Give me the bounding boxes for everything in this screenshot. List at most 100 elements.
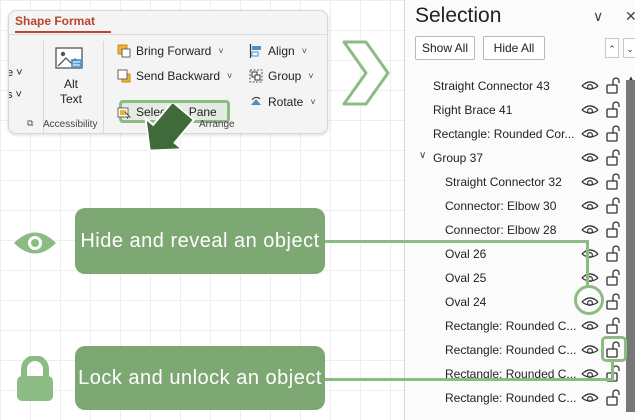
list-item-label: Connector: Elbow 28 xyxy=(445,223,557,237)
connector-line xyxy=(325,240,589,243)
lock-toggle-icon[interactable] xyxy=(605,173,621,190)
lock-toggle-icon[interactable] xyxy=(605,101,621,118)
pane-options-chevron-icon[interactable]: ∨ xyxy=(593,8,603,25)
accessibility-group-label: Accessibility xyxy=(43,119,98,130)
selection-pane-icon xyxy=(117,107,131,119)
list-item[interactable]: Straight Connector 43 xyxy=(405,74,627,98)
chevron-right-icon xyxy=(342,40,390,106)
connector-line xyxy=(586,240,589,286)
lock-highlight-box xyxy=(601,336,627,362)
alt-text-line1: Alt xyxy=(63,77,78,91)
bring-forward-button[interactable]: Bring Forward ˅ xyxy=(117,44,224,58)
group-label: Group xyxy=(268,69,302,83)
lock-toggle-icon[interactable] xyxy=(605,149,621,166)
pointer-arrow-icon xyxy=(144,104,196,152)
chevron-down-icon: ˅ xyxy=(227,71,233,81)
cut-dropdown-1[interactable]: e ˅ xyxy=(9,67,23,79)
separator xyxy=(103,41,104,133)
lock-toggle-icon[interactable] xyxy=(605,197,621,214)
list-item[interactable]: Rectangle: Rounded C... xyxy=(405,338,627,362)
scrollbar[interactable] xyxy=(626,80,635,412)
active-tab-underline xyxy=(15,31,111,33)
list-item-label: Connector: Elbow 30 xyxy=(445,199,557,213)
list-item[interactable]: Right Brace 41 xyxy=(405,98,627,122)
list-item[interactable]: ∨ Group 37 xyxy=(405,146,627,170)
list-item-label: Rectangle: Rounded C... xyxy=(445,343,577,357)
send-backward-order-button[interactable]: ⌄ xyxy=(623,38,635,58)
chevron-down-icon: ˅ xyxy=(218,46,224,56)
cut-dropdown-2[interactable]: s ˅ xyxy=(9,89,22,101)
connector-line xyxy=(611,361,614,381)
lock-toggle-icon[interactable] xyxy=(605,125,621,142)
visibility-eye-icon[interactable] xyxy=(581,271,599,285)
lock-toggle-icon[interactable] xyxy=(605,293,621,310)
visibility-eye-icon[interactable] xyxy=(581,151,599,165)
list-item-label: Group 37 xyxy=(433,151,484,165)
alt-text-icon[interactable] xyxy=(55,47,83,69)
list-item-label: Straight Connector 32 xyxy=(445,175,562,189)
lock-unlock-callout: Lock and unlock an object xyxy=(75,346,325,410)
list-item-label: Oval 26 xyxy=(445,247,487,261)
hide-all-button[interactable]: Hide All xyxy=(483,36,545,60)
lock-icon xyxy=(17,356,53,401)
pane-title: Selection xyxy=(415,4,502,27)
align-icon xyxy=(249,44,261,58)
send-backward-icon xyxy=(117,69,131,83)
chevron-down-icon: ˅ xyxy=(308,71,314,81)
visibility-eye-icon[interactable] xyxy=(581,319,599,333)
lock-toggle-icon[interactable] xyxy=(605,221,621,238)
dialog-launcher-icon[interactable]: ⧉ xyxy=(27,118,33,129)
lock-toggle-icon[interactable] xyxy=(605,245,621,262)
list-item[interactable]: Rectangle: Rounded Cor... xyxy=(405,122,627,146)
rotate-label: Rotate xyxy=(268,95,304,109)
lock-toggle-icon[interactable] xyxy=(605,389,621,406)
list-item-label: Oval 25 xyxy=(445,271,487,285)
rotate-icon xyxy=(251,96,261,105)
visibility-eye-icon[interactable] xyxy=(581,175,599,189)
show-all-button[interactable]: Show All xyxy=(415,36,475,60)
rotate-button[interactable]: Rotate ˅ xyxy=(249,95,316,109)
tab-shape-format[interactable]: Shape Format xyxy=(15,14,95,28)
eye-highlight-ring xyxy=(574,285,604,315)
align-button[interactable]: Align ˅ xyxy=(249,44,307,58)
list-item-label: Rectangle: Rounded C... xyxy=(445,319,577,333)
expand-chevron-icon[interactable]: ∨ xyxy=(419,150,426,161)
visibility-eye-icon[interactable] xyxy=(581,127,599,141)
visibility-eye-icon[interactable] xyxy=(581,199,599,213)
visibility-eye-icon[interactable] xyxy=(581,103,599,117)
alt-text-button[interactable]: Alt Text xyxy=(53,77,89,107)
visibility-eye-icon[interactable] xyxy=(581,247,599,261)
visibility-eye-icon[interactable] xyxy=(581,79,599,93)
list-item[interactable]: Rectangle: Rounded C... xyxy=(405,314,627,338)
bring-forward-order-button[interactable]: ⌃ xyxy=(605,38,619,58)
eye-icon xyxy=(14,232,56,254)
close-icon[interactable]: ✕ xyxy=(625,8,635,25)
list-item-label: Rectangle: Rounded C... xyxy=(445,391,577,405)
lock-toggle-icon[interactable] xyxy=(605,77,621,94)
list-item-label: Oval 24 xyxy=(445,295,487,309)
list-item[interactable]: Connector: Elbow 30 xyxy=(405,194,627,218)
group-button[interactable]: Group ˅ xyxy=(249,69,314,83)
arrange-group-label: Arrange xyxy=(199,119,235,130)
lock-toggle-icon[interactable] xyxy=(605,269,621,286)
lock-toggle-icon[interactable] xyxy=(605,317,621,334)
send-backward-label: Send Backward xyxy=(136,69,221,83)
send-backward-button[interactable]: Send Backward ˅ xyxy=(117,69,232,83)
list-item[interactable]: Oval 26 xyxy=(405,242,627,266)
align-label: Align xyxy=(268,44,295,58)
ribbon-divider xyxy=(9,34,327,35)
list-item-label: Straight Connector 43 xyxy=(433,79,550,93)
visibility-eye-icon[interactable] xyxy=(581,343,599,357)
list-item[interactable]: Rectangle: Rounded C... xyxy=(405,362,627,386)
connector-line xyxy=(325,378,614,381)
list-item[interactable]: Connector: Elbow 28 xyxy=(405,218,627,242)
list-item[interactable]: Rectangle: Rounded C... xyxy=(405,386,627,410)
visibility-eye-icon[interactable] xyxy=(581,391,599,405)
hide-reveal-callout: Hide and reveal an object xyxy=(75,208,325,274)
visibility-eye-icon[interactable] xyxy=(581,223,599,237)
list-item-label: Rectangle: Rounded Cor... xyxy=(433,127,575,141)
list-item[interactable]: Straight Connector 32 xyxy=(405,170,627,194)
alt-text-line2: Text xyxy=(59,92,82,106)
chevron-down-icon: ˅ xyxy=(301,46,307,56)
bring-forward-label: Bring Forward xyxy=(136,44,212,58)
